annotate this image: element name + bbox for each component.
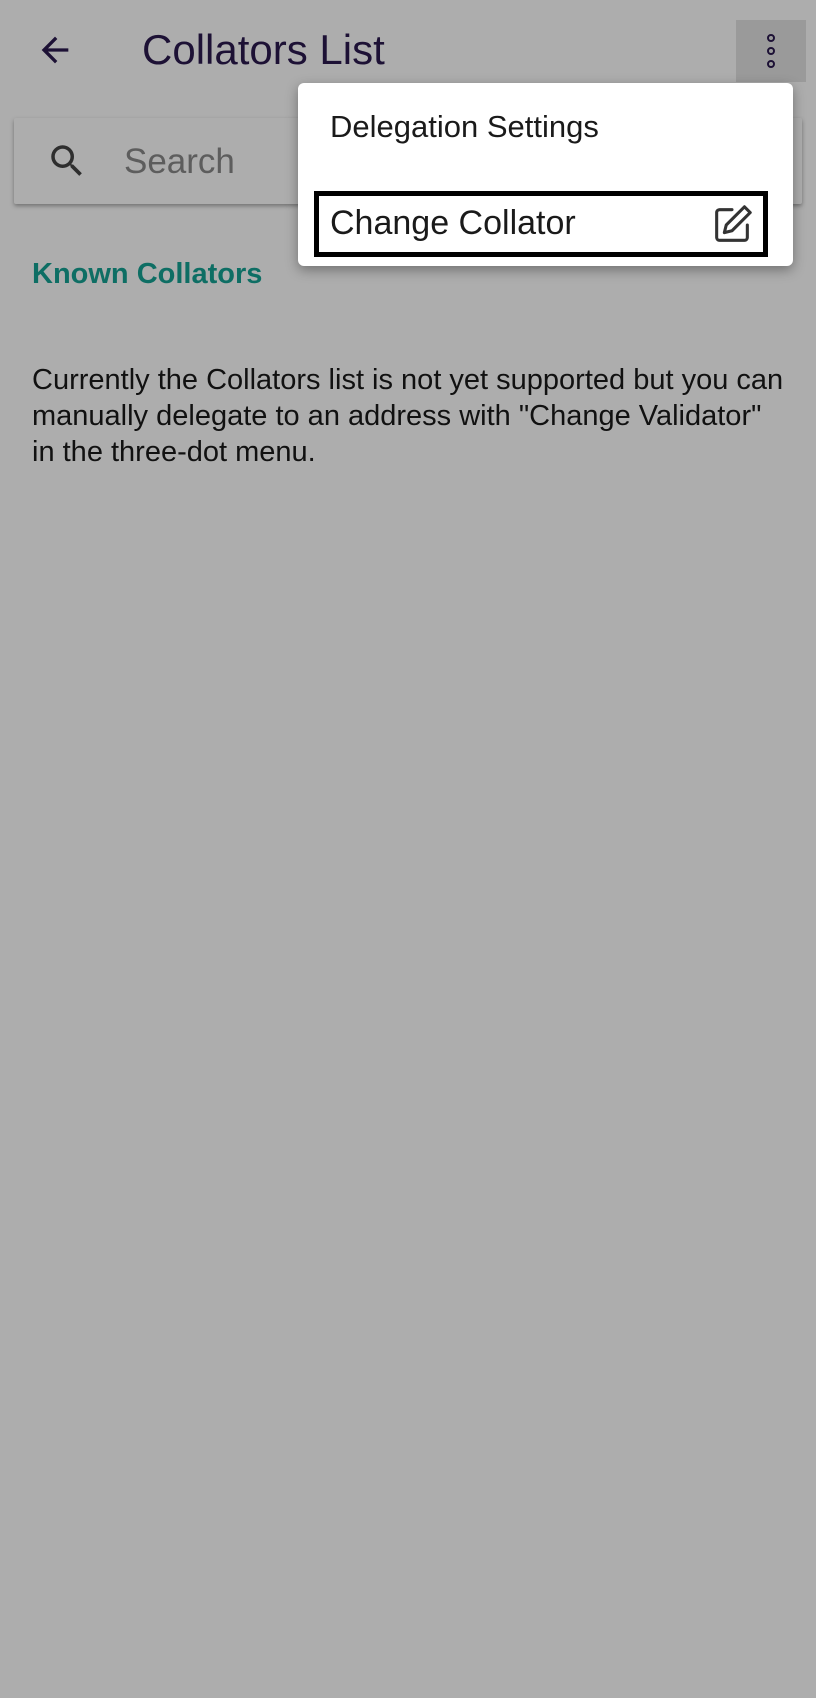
- menu-item-label: Change Collator: [330, 204, 576, 242]
- menu-item-label: Delegation Settings: [330, 109, 599, 144]
- menu-item-change-collator[interactable]: Change Collator: [314, 191, 768, 257]
- menu-item-delegation-settings[interactable]: Delegation Settings: [298, 83, 793, 173]
- overflow-popup-menu: Delegation Settings Change Collator: [298, 83, 793, 266]
- edit-square-icon: [715, 205, 752, 242]
